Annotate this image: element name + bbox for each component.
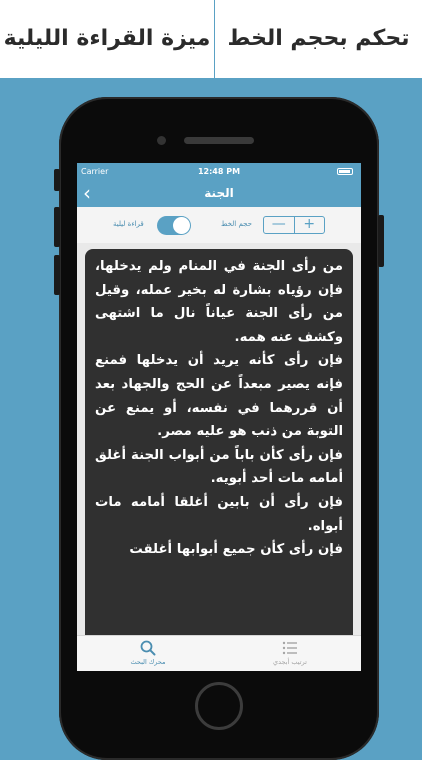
toggle-knob [173,217,190,234]
phone-volume-up [54,207,60,247]
earpiece-speaker [184,137,254,144]
banner-font-size-caption: تحكم بحجم الخط [227,26,410,51]
front-camera [157,136,166,145]
page-title: الجنة [204,186,234,200]
search-icon [140,640,156,656]
reader-paragraph: فإن رأى أن بابين أغلقا أمامه مات أبواه. [95,494,343,534]
tab-sort-label: ترتيب أبجدي [273,658,307,666]
tab-alphabetical-sort[interactable]: ترتيب أبجدي [219,636,361,671]
font-size-stepper[interactable]: — + [263,216,325,234]
font-size-label: حجم الخط [221,220,252,228]
phone-frame: Carrier 12:48 PM ‹ الجنة قراءة ليلية حجم… [54,97,384,760]
home-button[interactable] [195,682,243,730]
tab-search-label: محرك البحث [130,658,166,666]
reader-paragraph: من رأى الجنة في المنام ولم يدخلها، فإن ر… [95,259,343,345]
increase-font-button[interactable]: + [293,217,325,233]
phone-volume-down [54,255,60,295]
tab-search-engine[interactable]: محرك البحث [77,636,219,671]
phone-silent-switch [54,169,60,191]
night-reading-toggle[interactable] [157,216,191,235]
reader-text: من رأى الجنة في المنام ولم يدخلها، فإن ر… [95,255,343,562]
reader-paragraph: فإن رأى كأن جميع أبوابها أغلقت [129,542,343,558]
status-time: 12:48 PM [197,167,241,176]
reader-paragraph: فإن رأى كأنه يريد أن يدخلها فمنع فإنه يص… [95,353,343,440]
reading-controls: قراءة ليلية حجم الخط — + [77,207,361,243]
battery-icon [337,168,353,175]
status-bar: Carrier 12:48 PM [77,163,361,180]
list-icon [282,641,297,655]
reader-panel[interactable]: من رأى الجنة في المنام ولم يدخلها، فإن ر… [85,249,353,649]
tab-bar: محرك البحث ترتيب أبجدي [77,635,361,671]
reader-paragraph: فإن رأى كأن باباً من أبواب الجنة أغلق أم… [95,447,343,487]
app-screen: Carrier 12:48 PM ‹ الجنة قراءة ليلية حجم… [77,163,361,671]
promo-banner: ميزة القراءة الليلية تحكم بحجم الخط [0,0,422,78]
decrease-font-button[interactable]: — [264,217,294,233]
banner-night-reading-caption: ميزة القراءة الليلية [3,26,211,51]
navigation-bar: ‹ الجنة [77,180,361,207]
phone-power-button [378,215,384,267]
night-reading-label: قراءة ليلية [113,220,144,228]
